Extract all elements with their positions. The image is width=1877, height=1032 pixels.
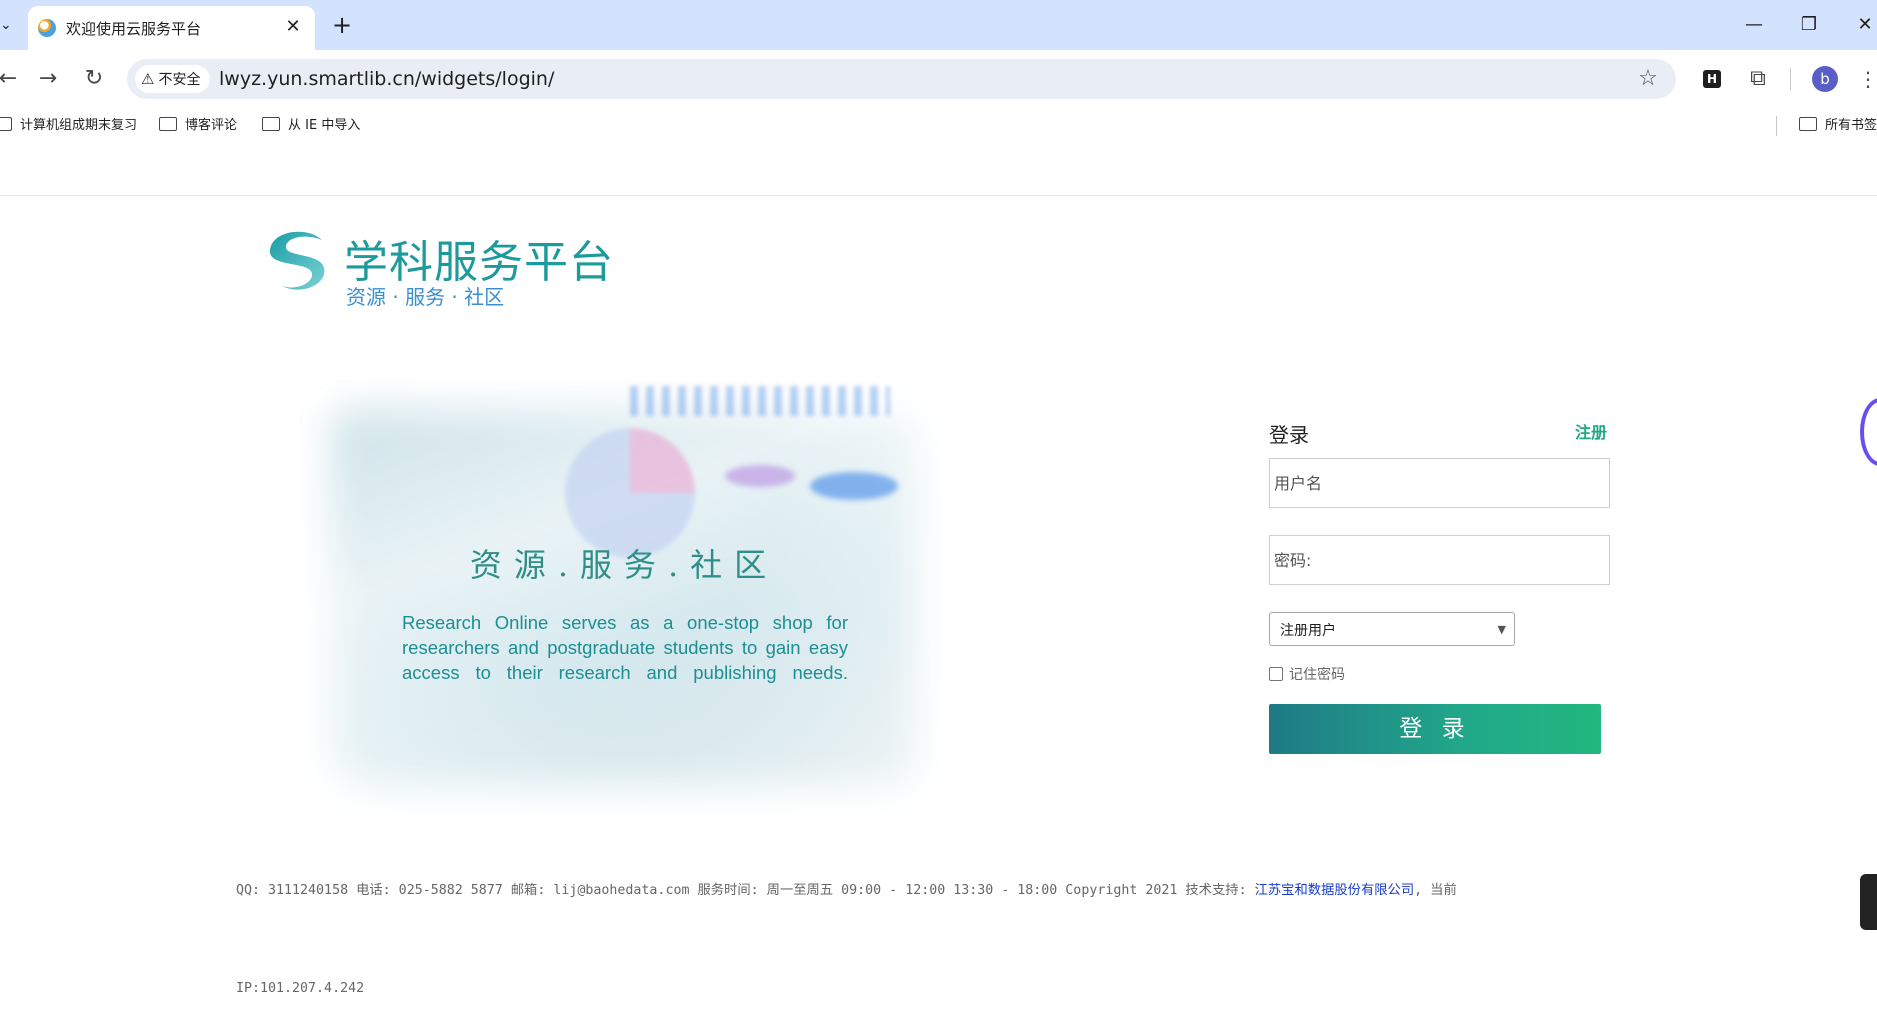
extensions-puzzle-icon[interactable]: ⧉ [1743,64,1773,94]
browser-menu-icon[interactable]: ⋮ [1858,64,1877,94]
profile-avatar[interactable]: b [1812,66,1838,92]
floating-widget-icon[interactable] [1860,398,1877,466]
hero-pie-decor [565,428,695,558]
folder-icon [1799,117,1817,131]
user-type-value: 注册用户 [1280,623,1336,639]
browser-tab[interactable]: 欢迎使用云服务平台 ✕ [28,6,315,50]
site-favicon-icon [38,19,56,37]
password-input[interactable] [1269,535,1610,585]
window-close-button[interactable]: ✕ [1845,10,1877,40]
username-input[interactable] [1269,458,1610,508]
new-tab-button[interactable]: + [328,11,356,39]
bookmarks-bar: 计算机组成期末复习 博客评论 从 IE 中导入 所有书签 [0,108,1877,144]
register-link[interactable]: 注册 [1575,419,1607,443]
footer-contact: QQ: 3111240158 电话: 025-5882 5877 邮箱: lij… [236,879,1457,898]
warning-icon: ⚠ [141,70,155,88]
bookmark-folder-2[interactable]: 博客评论 [159,116,237,136]
folder-icon [159,117,177,131]
hero-bars-decor [630,386,890,416]
side-tab-handle[interactable] [1860,874,1877,930]
tab-search-icon[interactable]: ⌄ [0,12,18,38]
hero-blob-decor [725,465,795,487]
page-header-divider [0,195,1877,196]
logo-slogan: 资源 · 服务 · 社区 [346,285,505,309]
forward-icon[interactable]: → [32,63,64,95]
footer-contact-text: QQ: 3111240158 电话: 025-5882 5877 邮箱: lij… [236,883,1255,898]
hero-description: Research Online serves as a one-stop sho… [402,612,848,683]
address-bar[interactable]: ⚠ 不安全 lwyz.yun.smartlib.cn/widgets/login/… [127,59,1676,99]
logo-s-icon [269,231,325,290]
company-link[interactable]: 江苏宝和数据股份有限公司 [1255,883,1415,898]
extension-h-icon[interactable]: H [1703,70,1721,88]
chevron-down-icon: ▼ [1497,623,1506,636]
all-bookmarks[interactable]: 所有书签 [1799,116,1877,136]
tab-title: 欢迎使用云服务平台 [66,20,202,38]
hero-slogan: 资源.服务.社区 [469,546,779,584]
user-type-select[interactable]: 注册用户 ▼ [1269,612,1515,646]
browser-tab-bar: ⌄ 欢迎使用云服务平台 ✕ + — ❐ ✕ [0,0,1877,50]
minimize-button[interactable]: — [1734,10,1774,40]
bookmark-folder-1[interactable]: 计算机组成期末复习 [0,116,137,136]
hero-image: 资源.服务.社区 Research Online serves as a one… [300,380,948,818]
bookmark-label: 从 IE 中导入 [288,118,361,133]
bookmark-label: 计算机组成期末复习 [20,118,138,133]
back-icon[interactable]: ← [0,63,24,95]
site-logo[interactable]: 学科服务平台 资源 · 服务 · 社区 [262,226,613,310]
security-label: 不安全 [158,72,201,88]
bookmarks-divider [1776,116,1777,136]
security-chip[interactable]: ⚠ 不安全 [135,65,211,93]
folder-icon [0,117,12,131]
restore-button[interactable]: ❐ [1789,10,1829,40]
toolbar-divider [1790,68,1791,90]
bookmark-folder-3[interactable]: 从 IE 中导入 [262,116,360,136]
all-bookmarks-label: 所有书签 [1825,118,1877,133]
footer-trailing: , 当前 [1414,883,1457,898]
login-title: 登录 [1269,423,1309,447]
bookmark-star-icon[interactable]: ☆ [1634,65,1662,93]
bookmark-label: 博客评论 [185,118,238,133]
browser-toolbar: ← → ↻ ⚠ 不安全 lwyz.yun.smartlib.cn/widgets/… [0,50,1877,108]
hero-blob-decor [810,472,898,500]
remember-password[interactable]: 记住密码 [1269,665,1345,685]
footer-ip: IP:101.207.4.242 [236,981,365,996]
login-button[interactable]: 登 录 [1269,704,1601,754]
reload-icon[interactable]: ↻ [78,63,110,95]
url-text[interactable]: lwyz.yun.smartlib.cn/widgets/login/ [219,68,554,90]
remember-checkbox[interactable] [1269,667,1283,681]
remember-label: 记住密码 [1289,667,1345,683]
tab-close-icon[interactable]: ✕ [281,15,305,39]
folder-icon [262,117,280,131]
